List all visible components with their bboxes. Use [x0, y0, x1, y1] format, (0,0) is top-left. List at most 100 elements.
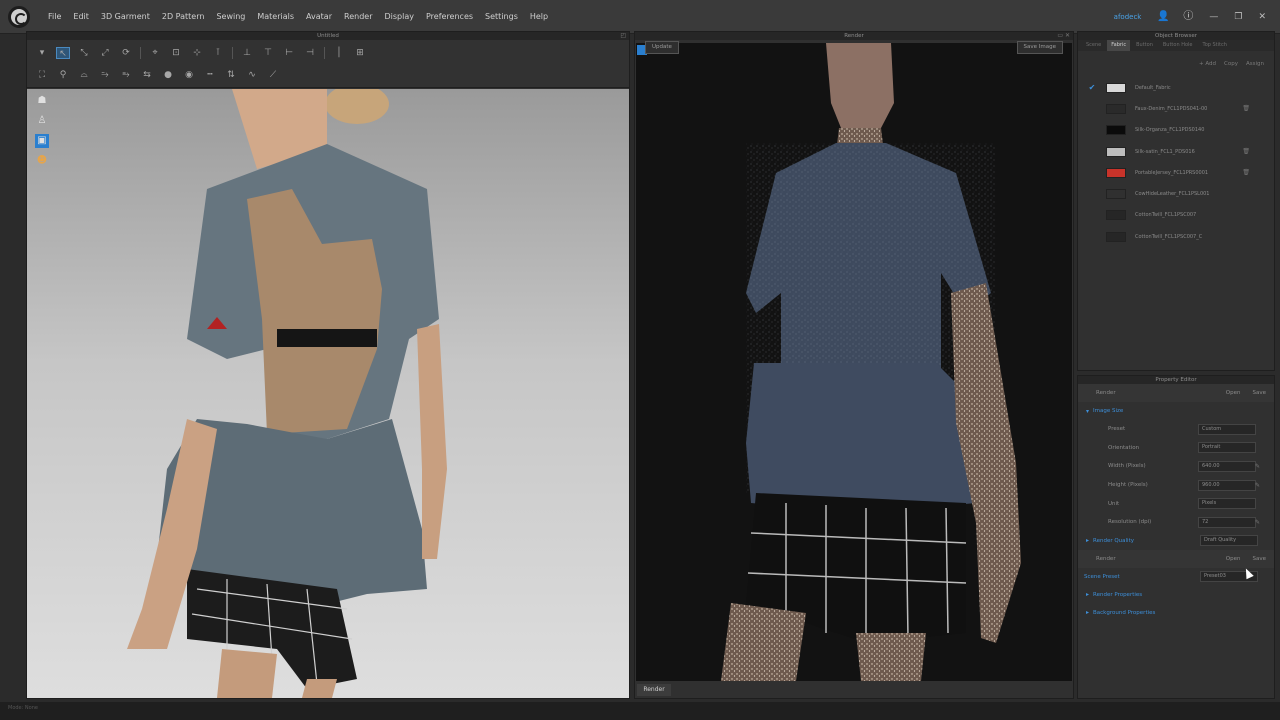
garment-display-icon[interactable]: ▣ [35, 134, 49, 148]
tab-button-hole[interactable]: Button Hole [1159, 40, 1197, 51]
expand-arrow-icon[interactable]: ▸ [1086, 591, 1089, 598]
fabric-item[interactable]: Silk-satin_FCL1_PDS016 🗑 [1078, 141, 1274, 162]
select-move-icon[interactable]: ↖ [56, 47, 70, 59]
select-mesh-icon[interactable]: ⤡ [77, 47, 91, 59]
render-quality-select[interactable]: Draft Quality [1200, 535, 1258, 547]
menu-preferences[interactable]: Preferences [426, 12, 473, 21]
image-size-section[interactable]: ▾ Image Size [1078, 402, 1274, 420]
app-logo-icon[interactable] [8, 5, 30, 28]
buttonhole-icon[interactable]: ◉ [182, 69, 196, 81]
fold-arrangement-icon[interactable]: ⟳ [119, 47, 133, 59]
menu-sewing[interactable]: Sewing [216, 12, 245, 21]
copy-fabric-button[interactable]: Copy [1224, 61, 1238, 67]
open-button[interactable]: Open [1226, 556, 1241, 562]
trash-icon[interactable]: 🗑 [1242, 148, 1250, 155]
restore-icon[interactable]: ❐ [1234, 12, 1242, 22]
menu-2d-pattern[interactable]: 2D Pattern [162, 12, 205, 21]
orientation-select[interactable]: Portrait [1198, 442, 1256, 454]
menu-help[interactable]: Help [530, 12, 548, 21]
edit-pencil-icon[interactable]: ✎ [1255, 463, 1260, 470]
add-fabric-button[interactable]: + Add [1199, 61, 1216, 67]
fabric-item[interactable]: PortableJersey_FCL1PRS0001 🗑 [1078, 162, 1274, 183]
assign-fabric-button[interactable]: Assign [1246, 61, 1264, 67]
tack-align-icon[interactable]: ⊺ [211, 47, 225, 59]
fabric-item[interactable]: CottonTwill_FCL1PSC007 [1078, 205, 1274, 226]
3d-viewport[interactable] [27, 89, 629, 698]
unit-select[interactable]: Pixels [1198, 498, 1256, 510]
grid-icon[interactable]: ⊞ [353, 47, 367, 59]
fit-icon[interactable]: ⛶ [35, 69, 49, 81]
sewing-line-icon[interactable]: ⥲ [98, 69, 112, 81]
pattern-line-icon[interactable]: │ [332, 47, 346, 59]
menu-file[interactable]: File [48, 12, 61, 21]
save-button[interactable]: Save [1252, 390, 1266, 396]
simulate-icon[interactable]: ⚲ [56, 69, 70, 81]
menu-edit[interactable]: Edit [73, 12, 89, 21]
trash-icon[interactable]: 🗑 [1242, 105, 1250, 112]
open-button[interactable]: Open [1226, 390, 1241, 396]
menu-materials[interactable]: Materials [257, 12, 294, 21]
topstitch-icon[interactable]: ┅ [203, 69, 217, 81]
render-window-controls[interactable]: ▭ ✕ [1057, 32, 1070, 39]
line-tool-icon[interactable]: ⟋ [266, 69, 280, 81]
arrow-down-icon[interactable]: ▾ [35, 47, 49, 59]
width-input[interactable]: 640.00 [1198, 460, 1256, 472]
collapse-arrow-icon[interactable]: ▾ [1086, 408, 1089, 415]
transform-pattern-icon[interactable]: ⤢ [98, 47, 112, 59]
tab-fabric[interactable]: Fabric [1107, 40, 1131, 51]
menu-avatar[interactable]: Avatar [306, 12, 332, 21]
background-properties-section[interactable]: ▸ Background Properties [1078, 604, 1274, 622]
fabric-item[interactable]: Silk-Organza_FCL1PDS0140 [1078, 120, 1274, 141]
info-icon[interactable]: ⓘ [1183, 12, 1193, 22]
tab-top-stitch[interactable]: Top Stitch [1198, 40, 1230, 51]
expand-arrow-icon[interactable]: ▸ [1086, 537, 1089, 544]
fabric-item[interactable]: ✔ Default_Fabric [1078, 77, 1274, 98]
skeleton-icon[interactable]: ♙ [35, 114, 49, 128]
user-name[interactable]: afodeck [1114, 13, 1142, 21]
tab-render[interactable]: Render [637, 684, 671, 696]
menu-render[interactable]: Render [344, 12, 372, 21]
edit-sewing-icon[interactable]: ⥱ [119, 69, 133, 81]
minimize-icon[interactable]: — [1209, 12, 1218, 22]
preset-select[interactable]: Custom [1198, 423, 1256, 435]
pin-box-icon[interactable]: ⊡ [169, 47, 183, 59]
menu-display[interactable]: Display [384, 12, 414, 21]
measure-icon[interactable]: ⊥ [240, 47, 254, 59]
tab-button[interactable]: Button [1132, 40, 1157, 51]
edit-pencil-icon[interactable]: ✎ [1255, 519, 1260, 526]
expand-arrow-icon[interactable]: ▸ [1086, 609, 1089, 616]
tack-icon[interactable]: ⊹ [190, 47, 204, 59]
user-icon[interactable]: 👤 [1157, 12, 1169, 22]
save-image-button[interactable]: Save Image [1016, 41, 1063, 54]
menu-settings[interactable]: Settings [485, 12, 518, 21]
tab-scene[interactable]: Scene [1082, 40, 1105, 51]
fold-icon[interactable]: ⌓ [77, 69, 91, 81]
puckering-icon[interactable]: ∿ [245, 69, 259, 81]
elastic-icon[interactable]: ⊣ [303, 47, 317, 59]
render-canvas[interactable] [636, 43, 1072, 681]
edit-pencil-icon[interactable]: ✎ [1255, 482, 1260, 489]
height-input[interactable]: 960.00 [1198, 479, 1256, 491]
fabric-item[interactable]: CowHideLeather_FCL1PSL001 [1078, 183, 1274, 204]
avatar-display-icon[interactable]: ☗ [35, 94, 49, 108]
menu-3d-garment[interactable]: 3D Garment [101, 12, 150, 21]
fabric-name: Silk-satin_FCL1_PDS016 [1135, 148, 1195, 155]
segment-sewing-icon[interactable]: ⇆ [140, 69, 154, 81]
render-quality-section[interactable]: ▸ Render Quality Draft Quality [1078, 532, 1274, 550]
update-button[interactable]: Update [645, 41, 679, 54]
pin-icon[interactable]: ⌖ [148, 47, 162, 59]
window-maximize-icon[interactable]: ◰ [620, 32, 626, 39]
tape-icon[interactable]: ⊤ [261, 47, 275, 59]
button-icon[interactable]: ● [161, 69, 175, 81]
render-properties-section[interactable]: ▸ Render Properties [1078, 586, 1274, 604]
avatar-skin-icon[interactable]: ☻ [35, 154, 49, 168]
trash-icon[interactable]: 🗑 [1242, 169, 1250, 176]
strengthen-icon[interactable]: ⊢ [282, 47, 296, 59]
fabric-item[interactable]: CottonTwill_FCL1PSC007_C [1078, 226, 1274, 247]
close-icon[interactable]: ✕ [1258, 12, 1266, 22]
zipper-icon[interactable]: ⇅ [224, 69, 238, 81]
fabric-item[interactable]: Faux-Denim_FCL1PDS041-00 🗑 [1078, 98, 1274, 119]
avatar-leg-right [302, 679, 337, 698]
save-button[interactable]: Save [1252, 556, 1266, 562]
resolution-input[interactable]: 72 [1198, 516, 1256, 528]
